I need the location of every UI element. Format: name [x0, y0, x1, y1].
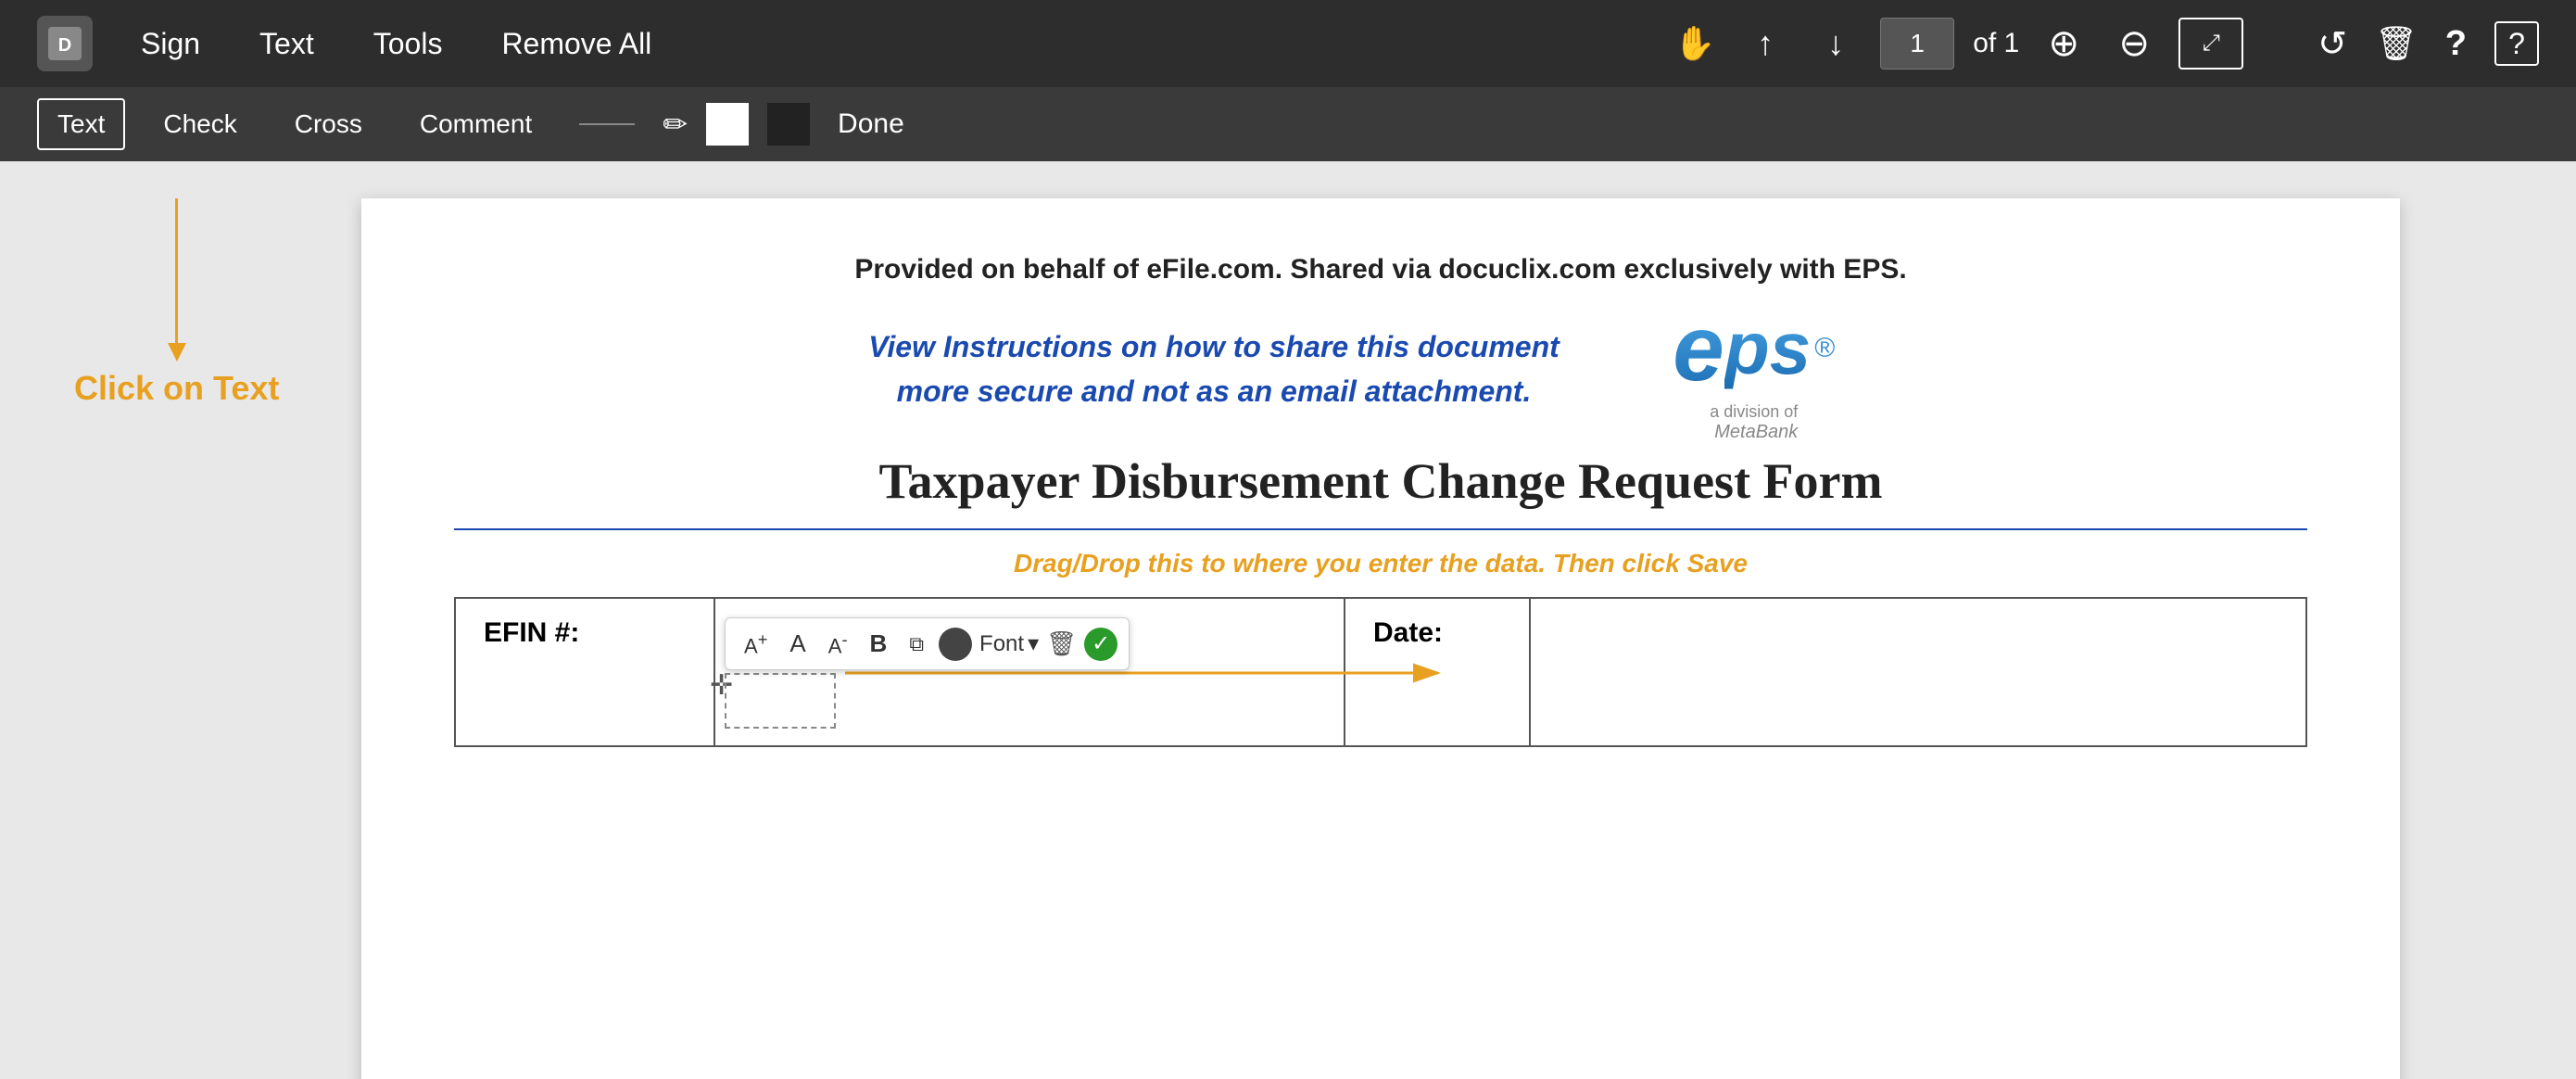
eps-e-letter: e	[1673, 296, 1724, 402]
eps-trademark: ®	[1814, 333, 1835, 364]
bold-button[interactable]: B	[863, 626, 895, 662]
tools-button[interactable]: Tools	[362, 19, 454, 69]
remove-all-button[interactable]: Remove All	[490, 19, 663, 69]
instructions-text: View Instructions on how to share this d…	[868, 324, 1559, 413]
click-indicator: Click on Text	[74, 198, 279, 408]
delete-icon: 🗑	[2375, 24, 2418, 63]
table-row: EFIN #: A+ A A- B ⧉ Font ▾	[455, 598, 2306, 746]
zoom-out-button[interactable]: ⊖	[2108, 18, 2160, 70]
comment-mode-button[interactable]: Comment	[400, 99, 551, 149]
eps-ps-letters: ps	[1724, 306, 1811, 391]
increase-size-button[interactable]: A+	[737, 626, 775, 662]
dark-color-swatch[interactable]	[767, 103, 810, 146]
document-title: Taxpayer Disbursement Change Request For…	[454, 452, 2307, 510]
font-label: Font	[979, 631, 1024, 657]
scroll-up-button[interactable]: ↑	[1739, 18, 1791, 70]
fullscreen-button[interactable]: ⤢	[2178, 18, 2243, 70]
trash-small-icon: 🗑	[1046, 629, 1077, 657]
question-mark-icon: ?	[2445, 24, 2467, 64]
eps-logo-main: e ps ®	[1673, 296, 1835, 402]
hand-tool-button[interactable]: ✋	[1669, 18, 1721, 70]
delete-button[interactable]: 🗑	[2375, 24, 2418, 63]
done-button[interactable]: Done	[838, 108, 904, 140]
white-color-swatch[interactable]	[706, 103, 749, 146]
efin-input-cell: A+ A A- B ⧉ Font ▾ 🗑	[714, 598, 1345, 746]
pagination-area: ✋ ↑ ↓ of 1 ⊕ ⊖ ⤢	[1669, 18, 2243, 70]
help2-button[interactable]: ?	[2494, 21, 2539, 66]
arrow-down-icon: ↓	[1827, 24, 1844, 63]
instructions-area: View Instructions on how to share this d…	[454, 313, 2307, 425]
zoom-in-icon: ⊕	[2048, 22, 2079, 65]
refresh-button[interactable]: ↺	[2317, 23, 2347, 65]
hand-icon: ✋	[1674, 24, 1716, 63]
instructions-line1: View Instructions on how to share this d…	[868, 324, 1559, 369]
text-edit-toolbar: A+ A A- B ⧉ Font ▾ 🗑	[725, 617, 1130, 670]
decrease-size-button[interactable]: A-	[821, 626, 855, 662]
instructions-line2: more secure and not as an email attachme…	[868, 369, 1559, 413]
refresh-icon: ↺	[2317, 23, 2347, 65]
cross-mode-button[interactable]: Cross	[275, 99, 382, 149]
arrow-up-icon: ↑	[1757, 24, 1774, 63]
scroll-down-button[interactable]: ↓	[1810, 18, 1862, 70]
efin-label-cell: EFIN #:	[455, 598, 714, 746]
font-dropdown-arrow: ▾	[1028, 630, 1039, 657]
sub-toolbar: Text Check Cross Comment ✏ Done	[0, 87, 2576, 161]
font-dropdown-button[interactable]: Font ▾	[979, 630, 1039, 657]
date-label-cell: Date:	[1345, 598, 1530, 746]
check-circle-icon: ✓	[1084, 628, 1118, 661]
fullscreen-icon: ⤢	[2203, 31, 2220, 57]
title-underline	[454, 528, 2307, 530]
eps-logo: e ps ® a division of MetaBank	[1615, 313, 1893, 425]
confirm-button[interactable]: ✓	[1084, 628, 1118, 661]
eps-division-text: a division of MetaBank	[1710, 402, 1798, 443]
top-toolbar: D Sign Text Tools Remove All ✋ ↑ ↓ of 1 …	[0, 0, 2576, 87]
page-number-input[interactable]	[1880, 18, 1954, 70]
efin-table: EFIN #: A+ A A- B ⧉ Font ▾	[454, 597, 2307, 747]
svg-text:D: D	[58, 35, 71, 56]
delete-annotation-button[interactable]: 🗑	[1046, 629, 1077, 658]
zoom-in-button[interactable]: ⊕	[2038, 18, 2090, 70]
help2-icon: ?	[2494, 21, 2539, 66]
pencil-icon: ✏	[663, 107, 688, 142]
text-mode-button[interactable]: Text	[37, 98, 125, 150]
help-button[interactable]: ?	[2445, 24, 2467, 64]
document-paper: Provided on behalf of eFile.com. Shared …	[361, 198, 2400, 1079]
check-mode-button[interactable]: Check	[144, 99, 256, 149]
drag-drop-hint: Drag/Drop this to where you enter the da…	[454, 549, 2307, 578]
copy-button[interactable]: ⧉	[902, 628, 931, 660]
toolbar-separator	[579, 123, 635, 125]
zoom-out-icon: ⊖	[2118, 22, 2150, 65]
click-indicator-line	[175, 198, 178, 347]
page-of-text: of 1	[1973, 28, 2019, 59]
text-button[interactable]: Text	[248, 19, 325, 69]
main-content: Click on Text Provided on behalf of eFil…	[0, 161, 2576, 1079]
app-logo: D	[37, 16, 93, 71]
date-input-cell	[1530, 598, 2306, 746]
normal-size-button[interactable]: A	[782, 626, 813, 662]
drag-drop-area: Drag/Drop this to where you enter the da…	[454, 549, 2307, 578]
click-indicator-text: Click on Text	[74, 369, 279, 408]
right-toolbar-icons: ↺ 🗑 ? ?	[2317, 21, 2539, 66]
text-input-box[interactable]	[725, 673, 836, 729]
sign-button[interactable]: Sign	[130, 19, 211, 69]
provided-text: Provided on behalf of eFile.com. Shared …	[454, 254, 2307, 286]
circle-color-button[interactable]	[939, 628, 972, 661]
